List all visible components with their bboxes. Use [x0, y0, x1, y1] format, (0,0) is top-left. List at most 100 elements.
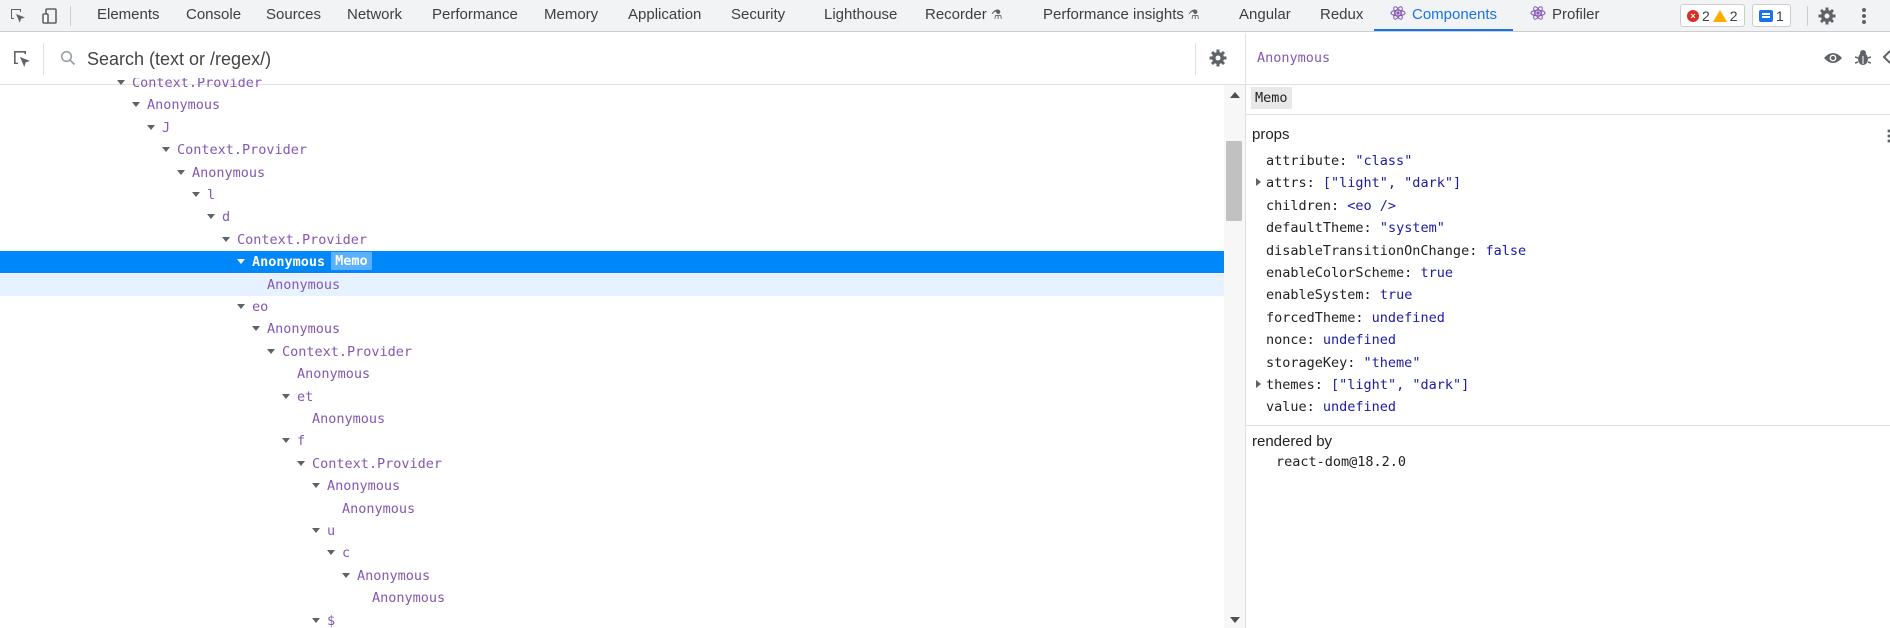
inspect-element-icon[interactable] — [6, 4, 30, 28]
prop-value[interactable]: undefined — [1323, 332, 1396, 348]
tree-row[interactable]: Anonymous — [0, 273, 1224, 296]
expand-caret-icon[interactable] — [327, 550, 335, 556]
rendered-by-renderer[interactable]: react-dom@18.2.0 — [1276, 454, 1406, 470]
expand-caret-icon[interactable] — [252, 326, 260, 332]
tree-row[interactable]: eo — [0, 296, 1224, 318]
prop-row[interactable]: enableColorScheme: true — [1266, 262, 1453, 284]
prop-value[interactable]: ["light", "dark"] — [1323, 175, 1461, 191]
prop-row[interactable]: defaultTheme: "system" — [1266, 217, 1445, 239]
component-settings-gear-icon[interactable] — [1208, 48, 1228, 72]
tree-row[interactable]: $ — [0, 610, 1224, 628]
view-source-icon[interactable] — [1882, 49, 1890, 69]
expand-caret-icon[interactable] — [117, 80, 125, 85]
expand-caret-icon[interactable] — [207, 214, 215, 220]
expand-caret-icon[interactable] — [237, 304, 245, 309]
tree-row[interactable]: Anonymous — [0, 318, 1224, 340]
prop-value[interactable]: false — [1485, 243, 1526, 259]
tree-row[interactable]: l — [0, 184, 1224, 206]
tree-row[interactable]: u — [0, 520, 1224, 542]
expand-caret-icon[interactable] — [312, 483, 320, 489]
prop-value[interactable]: "system" — [1380, 220, 1445, 236]
tree-row[interactable]: Context.Provider — [0, 78, 1224, 94]
expand-caret-icon[interactable] — [297, 460, 305, 466]
prop-row[interactable]: forcedTheme: undefined — [1266, 307, 1445, 329]
tab-lighthouse[interactable]: Lighthouse — [824, 0, 897, 31]
tab-memory[interactable]: Memory — [544, 0, 598, 31]
tree-row[interactable]: Context.Provider — [0, 453, 1224, 475]
expand-prop-caret-icon[interactable] — [1256, 178, 1261, 187]
messages-counter[interactable]: 1 — [1752, 4, 1791, 27]
expand-caret-icon[interactable] — [132, 102, 140, 108]
scroll-down-arrow-icon[interactable] — [1230, 617, 1240, 623]
expand-caret-icon[interactable] — [342, 572, 350, 578]
prop-row[interactable]: storageKey: "theme" — [1266, 352, 1420, 374]
prop-value[interactable]: "theme" — [1364, 355, 1421, 371]
expand-caret-icon[interactable] — [162, 147, 170, 153]
tree-row[interactable]: Anonymous — [0, 498, 1224, 520]
device-toolbar-icon[interactable] — [38, 4, 62, 28]
tree-row[interactable]: Context.Provider — [0, 341, 1224, 363]
select-component-icon[interactable] — [12, 49, 32, 73]
prop-row[interactable]: themes: ["light", "dark"] — [1256, 374, 1469, 396]
expand-caret-icon[interactable] — [282, 438, 290, 444]
tree-row[interactable]: Anonymous — [0, 408, 1224, 430]
prop-value[interactable]: undefined — [1372, 310, 1445, 326]
tree-row[interactable]: Context.Provider — [0, 139, 1224, 161]
tree-scrollbar[interactable] — [1224, 85, 1245, 628]
tree-row[interactable]: c — [0, 542, 1224, 564]
prop-row[interactable]: enableSystem: true — [1266, 284, 1412, 306]
prop-row[interactable]: children: <eo /> — [1266, 195, 1396, 217]
tab-recorder[interactable]: Recorder ⚗ — [925, 0, 1002, 31]
tree-row[interactable]: Anonymous — [0, 475, 1224, 497]
tab-security[interactable]: Security — [731, 0, 785, 31]
tree-row[interactable]: Anonymous — [0, 363, 1224, 385]
tree-row[interactable]: J — [0, 117, 1224, 139]
tab-performance[interactable]: Performance — [432, 0, 518, 31]
search-input[interactable] — [87, 46, 1187, 72]
tab-angular[interactable]: Angular — [1239, 0, 1291, 31]
scrollbar-thumb[interactable] — [1226, 141, 1242, 221]
expand-caret-icon[interactable] — [192, 192, 200, 197]
tab-components[interactable]: Components — [1390, 0, 1497, 31]
prop-row[interactable]: attribute: "class" — [1266, 150, 1412, 172]
tree-row[interactable]: Context.Provider — [0, 229, 1224, 251]
prop-value[interactable]: "class" — [1355, 153, 1412, 169]
tab-profiler[interactable]: Profiler — [1530, 0, 1600, 31]
tree-row[interactable]: et — [0, 386, 1224, 408]
prop-row[interactable]: nonce: undefined — [1266, 329, 1396, 351]
tree-row[interactable]: Anonymous — [0, 587, 1224, 609]
tree-row[interactable]: Anonymous — [0, 94, 1224, 116]
prop-value[interactable]: ["light", "dark"] — [1331, 377, 1469, 393]
prop-row[interactable]: disableTransitionOnChange: false — [1266, 240, 1526, 262]
tree-row[interactable]: Anonymous — [0, 565, 1224, 587]
expand-caret-icon[interactable] — [267, 348, 275, 354]
prop-value[interactable]: <eo /> — [1347, 198, 1396, 214]
tab-application[interactable]: Application — [628, 0, 701, 31]
expand-caret-icon[interactable] — [147, 124, 155, 130]
prop-value[interactable]: true — [1380, 287, 1413, 303]
expand-caret-icon[interactable] — [282, 393, 290, 399]
issues-counter[interactable]: × 2 2 — [1680, 4, 1745, 27]
expand-caret-icon[interactable] — [222, 236, 230, 242]
tree-row[interactable]: Anonymous Memo — [0, 251, 1224, 274]
tab-elements[interactable]: Elements — [97, 0, 160, 31]
tree-row[interactable]: d — [0, 206, 1224, 228]
more-options-icon[interactable] — [1852, 4, 1876, 28]
tab-console[interactable]: Console — [186, 0, 241, 31]
prop-row[interactable]: value: undefined — [1266, 396, 1396, 418]
tab-performance-insights[interactable]: Performance insights ⚗ — [1043, 0, 1200, 31]
prop-value[interactable]: true — [1420, 265, 1453, 281]
log-to-console-bug-icon[interactable] — [1854, 49, 1872, 71]
expand-prop-caret-icon[interactable] — [1256, 380, 1261, 388]
tree-row[interactable]: Anonymous — [0, 162, 1224, 184]
prop-row[interactable]: attrs: ["light", "dark"] — [1256, 172, 1461, 194]
tab-redux[interactable]: Redux — [1320, 0, 1363, 31]
expand-caret-icon[interactable] — [312, 617, 320, 623]
tab-network[interactable]: Network — [347, 0, 402, 31]
expand-caret-icon[interactable] — [237, 259, 245, 265]
tree-row[interactable]: f — [0, 430, 1224, 452]
scroll-up-arrow-icon[interactable] — [1230, 92, 1240, 98]
settings-gear-icon[interactable] — [1815, 4, 1839, 28]
expand-caret-icon[interactable] — [177, 169, 185, 175]
inspect-dom-eye-icon[interactable] — [1823, 50, 1843, 70]
